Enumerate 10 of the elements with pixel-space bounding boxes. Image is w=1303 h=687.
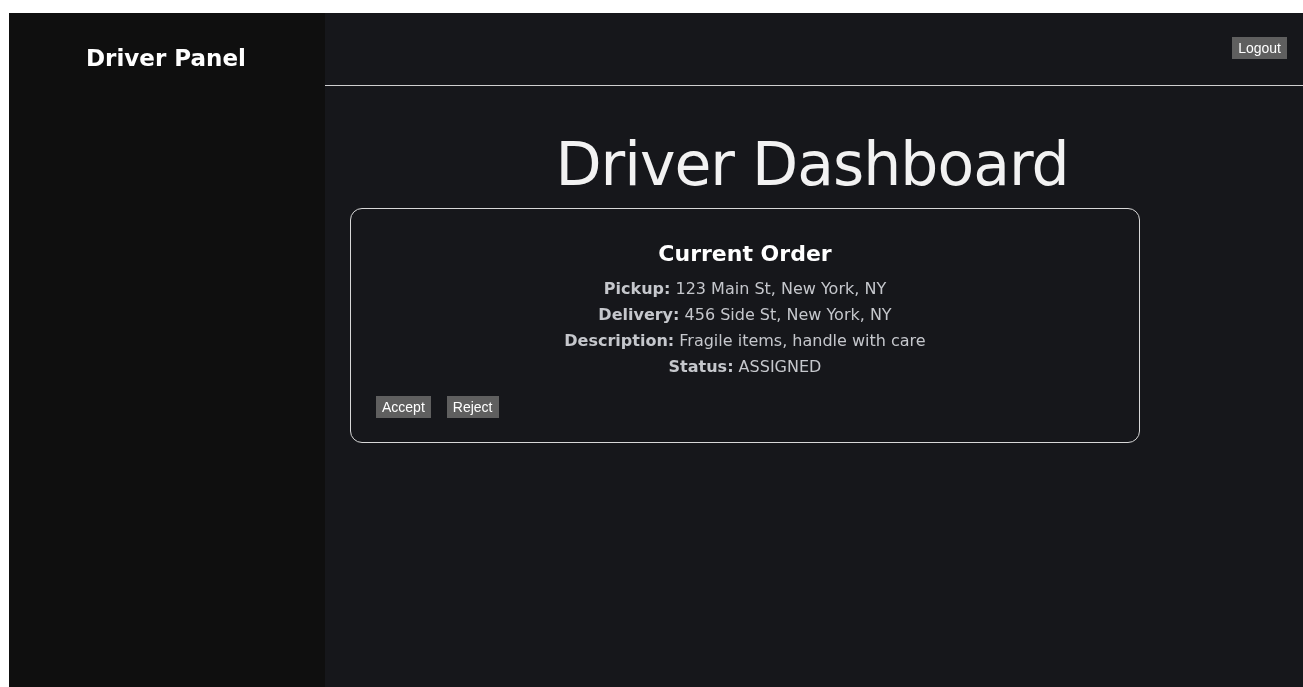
card-heading: Current Order — [657, 240, 833, 268]
order-detail: Delivery: 456 Side St, New York, NY — [598, 305, 892, 324]
action-button[interactable]: Accept — [376, 396, 431, 418]
order-detail: Pickup: 123 Main St, New York, NY — [603, 279, 887, 298]
sidebar-title: Driver Panel — [86, 44, 246, 73]
order-detail: Status: ASSIGNED — [668, 357, 822, 376]
order-detail: Description: Fragile items, handle with care — [564, 331, 926, 350]
action-button[interactable]: Reject — [446, 396, 499, 418]
logout-button[interactable]: Logout — [1232, 37, 1287, 59]
page-title: Driver Dashboard — [555, 129, 1069, 199]
